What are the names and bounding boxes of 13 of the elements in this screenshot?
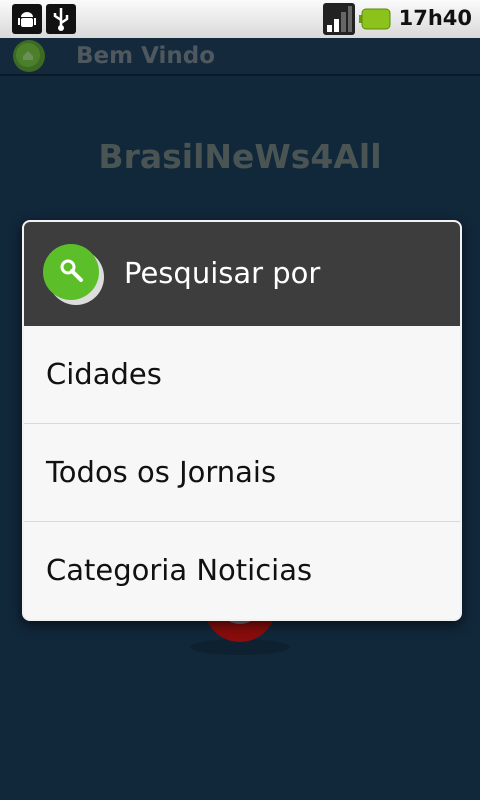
search-icon [40, 241, 106, 307]
menu-item[interactable]: Todos os Jornais [24, 424, 460, 521]
menu-item[interactable]: Cidades [24, 326, 460, 423]
signal-icon [322, 3, 355, 35]
usb-icon [46, 4, 76, 34]
dialog-title: Pesquisar por [124, 255, 320, 292]
home-icon[interactable] [12, 39, 46, 73]
clock: 17h40 [398, 5, 472, 32]
menu-item[interactable]: Categoria Noticias [24, 522, 460, 619]
app-title: BrasilNeWs4All [98, 137, 382, 176]
screen-title: Bem Vindo [76, 42, 216, 71]
battery-icon [358, 8, 391, 30]
android-icon [12, 4, 42, 34]
